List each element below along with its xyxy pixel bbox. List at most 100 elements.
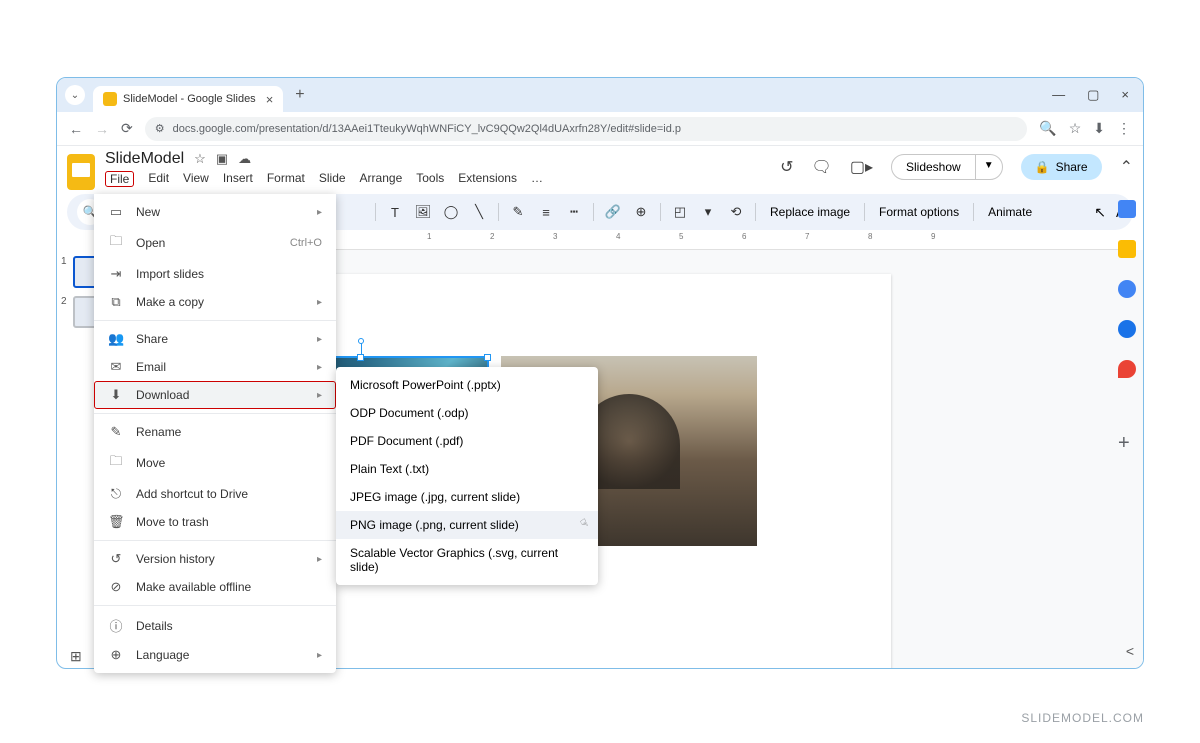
offline-icon: ⊘ — [108, 579, 124, 595]
file-menu-share[interactable]: 👥Share▸ — [94, 325, 336, 353]
slideshow-dropdown[interactable]: ▼ — [975, 155, 1002, 179]
file-menu-move[interactable]: 🗀Move — [94, 446, 336, 480]
text-box-button[interactable]: T — [382, 205, 408, 220]
menu-arrange[interactable]: Arrange — [360, 171, 403, 187]
star-icon[interactable]: ☆ — [194, 151, 206, 167]
new-tab-button[interactable]: + — [295, 86, 304, 104]
file-menu-add-shortcut[interactable]: ⎋Add shortcut to Drive — [94, 480, 336, 508]
mask-button[interactable]: ▾ — [695, 204, 721, 220]
share-label: Share — [1056, 160, 1088, 174]
close-tab-icon[interactable]: × — [266, 92, 274, 107]
file-menu-rename[interactable]: ✎Rename — [94, 418, 336, 446]
address-bar[interactable]: ⚙ docs.google.com/presentation/d/13AAei1… — [145, 117, 1028, 141]
email-icon: ✉ — [108, 359, 124, 375]
comment-button[interactable]: ⊕ — [628, 204, 654, 220]
file-menu-email[interactable]: ✉Email▸ — [94, 353, 336, 381]
border-color-button[interactable]: ✎ — [505, 204, 531, 220]
downloads-icon[interactable]: ⬇ — [1093, 120, 1105, 137]
add-on-plus-icon[interactable]: + — [1118, 432, 1136, 450]
shortcut-icon: ⎋ — [108, 486, 124, 502]
file-menu-version-history[interactable]: ↺Version history▸ — [94, 545, 336, 573]
tasks-icon[interactable] — [1118, 280, 1136, 298]
download-pptx[interactable]: Microsoft PowerPoint (.pptx) — [336, 371, 598, 399]
new-icon: ▭ — [108, 204, 124, 220]
format-options-button[interactable]: Format options — [871, 201, 967, 223]
file-menu-open[interactable]: 🗀OpenCtrl+O — [94, 226, 336, 260]
file-menu-import-slides[interactable]: ⇥Import slides — [94, 260, 336, 288]
line-button[interactable]: ╲ — [466, 204, 492, 220]
grid-view-button[interactable]: ⊞ — [70, 648, 82, 665]
crop-button[interactable]: ◰ — [667, 204, 693, 220]
move-icon[interactable]: ▣ — [216, 151, 228, 167]
forward-button[interactable]: → — [95, 121, 109, 137]
menu-file[interactable]: File — [105, 171, 134, 187]
slides-favicon — [103, 92, 117, 106]
zoom-icon[interactable]: 🔍 — [1039, 120, 1056, 137]
address-bar-row: ← → ⟳ ⚙ docs.google.com/presentation/d/1… — [57, 112, 1143, 146]
download-txt[interactable]: Plain Text (.txt) — [336, 455, 598, 483]
file-menu-make-offline[interactable]: ⊘Make available offline — [94, 573, 336, 601]
shape-button[interactable]: ◯ — [438, 204, 464, 220]
bookmark-icon[interactable]: ☆ — [1069, 120, 1082, 137]
close-window-button[interactable]: × — [1121, 87, 1129, 103]
image-button[interactable]: 🖼 — [410, 204, 436, 220]
file-menu-details[interactable]: ⓘDetails — [94, 610, 336, 641]
contacts-icon[interactable] — [1118, 320, 1136, 338]
menu-format[interactable]: Format — [267, 171, 305, 187]
keep-icon[interactable] — [1118, 240, 1136, 258]
download-odp[interactable]: ODP Document (.odp) — [336, 399, 598, 427]
history-icon: ↺ — [108, 551, 124, 567]
window-controls: — ▢ × — [1052, 87, 1143, 103]
download-svg[interactable]: Scalable Vector Graphics (.svg, current … — [336, 539, 598, 581]
slideshow-button[interactable]: Slideshow ▼ — [891, 154, 1003, 180]
menu-view[interactable]: View — [183, 171, 209, 187]
file-menu-move-to-trash[interactable]: 🗑Move to trash — [94, 508, 336, 536]
maximize-button[interactable]: ▢ — [1087, 87, 1099, 103]
share-button[interactable]: 🔒 Share — [1021, 154, 1102, 180]
history-icon[interactable]: ↺ — [780, 157, 793, 177]
menu-overflow[interactable]: … — [531, 171, 543, 187]
tab-search-button[interactable]: ⌄ — [65, 85, 85, 105]
reload-button[interactable]: ⟳ — [121, 120, 133, 137]
select-mode-icon[interactable]: ↖ — [1094, 204, 1106, 221]
slideshow-label: Slideshow — [892, 155, 975, 179]
border-dash-button[interactable]: ┅ — [561, 204, 587, 220]
lock-icon: 🔒 — [1035, 160, 1050, 174]
file-menu-new[interactable]: ▭New▸ — [94, 198, 336, 226]
cloud-status-icon[interactable]: ☁ — [238, 151, 251, 167]
tab-title: SlideModel - Google Slides — [123, 93, 256, 105]
slides-logo[interactable] — [67, 154, 95, 190]
menu-edit[interactable]: Edit — [148, 171, 169, 187]
menu-slide[interactable]: Slide — [319, 171, 346, 187]
file-dropdown-menu: ▭New▸ 🗀OpenCtrl+O ⇥Import slides ⧉Make a… — [94, 194, 336, 673]
border-weight-button[interactable]: ≡ — [533, 205, 559, 220]
menu-tools[interactable]: Tools — [416, 171, 444, 187]
replace-image-button[interactable]: Replace image — [762, 201, 858, 223]
file-menu-download[interactable]: ⬇Download▸ — [94, 381, 336, 409]
calendar-icon[interactable] — [1118, 200, 1136, 218]
menu-insert[interactable]: Insert — [223, 171, 253, 187]
expand-panel-button[interactable]: < — [1126, 643, 1134, 659]
download-jpeg[interactable]: JPEG image (.jpg, current slide) — [336, 483, 598, 511]
minimize-button[interactable]: — — [1052, 87, 1065, 103]
animate-button[interactable]: Animate — [980, 201, 1040, 223]
back-button[interactable]: ← — [69, 121, 83, 137]
menu-bar: File Edit View Insert Format Slide Arran… — [105, 171, 770, 187]
comments-icon[interactable]: 🗨 — [812, 157, 832, 177]
file-menu-make-copy[interactable]: ⧉Make a copy▸ — [94, 288, 336, 316]
reset-image-button[interactable]: ⟲ — [723, 204, 749, 220]
file-menu-language[interactable]: ⊕Language▸ — [94, 641, 336, 669]
link-button[interactable]: 🔗 — [600, 204, 626, 220]
browser-menu-icon[interactable]: ⋮ — [1117, 120, 1131, 137]
download-png[interactable]: PNG image (.png, current slide) — [336, 511, 598, 539]
menu-extensions[interactable]: Extensions — [458, 171, 517, 187]
open-icon: 🗀 — [108, 232, 124, 254]
maps-icon[interactable] — [1118, 360, 1136, 378]
meet-icon[interactable]: ▢▸ — [850, 157, 873, 177]
collapse-panel-icon[interactable]: ⌃ — [1120, 157, 1133, 177]
site-info-icon[interactable]: ⚙ — [155, 122, 165, 135]
download-pdf[interactable]: PDF Document (.pdf) — [336, 427, 598, 455]
browser-tab[interactable]: SlideModel - Google Slides × — [93, 86, 283, 112]
document-title[interactable]: SlideModel — [105, 150, 184, 168]
language-icon: ⊕ — [108, 647, 124, 663]
